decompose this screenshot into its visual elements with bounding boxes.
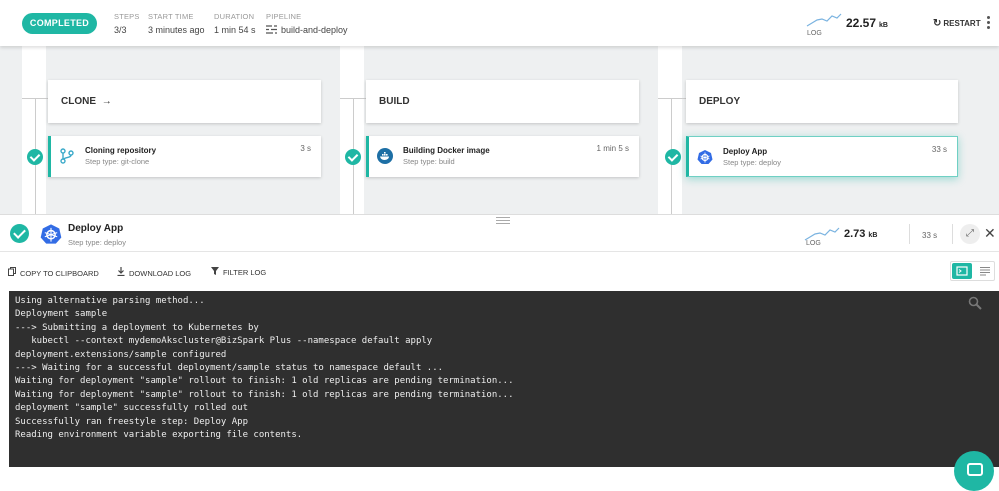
step-detail-header: Deploy App Step type: deploy LOG 2.73 kB …	[0, 214, 999, 252]
start-time-value: 3 minutes ago	[148, 25, 205, 35]
log-line: Successfully ran freestyle step: Deploy …	[15, 416, 248, 427]
log-line: Deployment sample	[15, 309, 108, 320]
search-icon[interactable]	[968, 296, 982, 310]
git-branch-icon	[59, 148, 75, 164]
stage-title: BUILD	[379, 96, 410, 107]
copy-to-clipboard-button[interactable]: COPY TO CLIPBOARD	[8, 267, 99, 278]
expand-icon[interactable]: ⤢	[960, 224, 980, 244]
stage-header-build[interactable]: BUILD	[366, 80, 639, 123]
step-card-build[interactable]: Building Docker image Step type: build 1…	[366, 136, 639, 177]
filter-log-button[interactable]: FILTER LOG	[211, 267, 266, 277]
log-line: Reading environment variable exporting f…	[15, 430, 303, 441]
log-size-value: 2.73	[844, 228, 866, 240]
log-label: LOG	[807, 30, 822, 37]
start-time-meta: START TIME 3 minutes ago	[148, 12, 205, 35]
download-label: DOWNLOAD LOG	[129, 269, 192, 278]
log-size-unit: kB	[879, 22, 888, 29]
more-options-icon[interactable]	[987, 16, 990, 31]
stage-title: DEPLOY	[699, 96, 741, 107]
kubernetes-icon	[697, 149, 713, 165]
log-line: deployment.extensions/sample configured	[15, 349, 227, 360]
restart-icon: ↻	[933, 18, 942, 29]
step-success-icon	[10, 224, 29, 243]
log-line: ---> Waiting for a successful deployment…	[15, 363, 444, 374]
docker-icon	[377, 148, 393, 164]
copy-label: COPY TO CLIPBOARD	[20, 269, 99, 278]
steps-value: 3/3	[114, 25, 127, 35]
stage-build: BUILD Building Docker image Step type: b…	[340, 46, 658, 214]
pipeline-stages: CLONE → Cloning repository Step type: gi…	[0, 46, 999, 214]
step-log-size[interactable]: LOG 2.73 kB	[804, 224, 877, 247]
pipeline-meta: PIPELINE build-and-deploy	[266, 12, 348, 36]
log-line: Using alternative parsing method...	[15, 296, 205, 306]
text-view-icon[interactable]	[975, 263, 995, 279]
step-type: Step type: build	[403, 157, 455, 166]
divider	[909, 224, 910, 244]
stage-title: CLONE	[61, 96, 96, 107]
log-line: kubectl --context mydemoAkscluster@BizSp…	[15, 336, 433, 347]
restart-button[interactable]: ↻ RESTART	[933, 18, 981, 29]
resize-handle-icon[interactable]	[496, 217, 510, 226]
step-detail-title: Deploy App	[68, 223, 124, 234]
filter-icon	[211, 267, 219, 277]
step-duration: 3 s	[300, 144, 311, 153]
kubernetes-icon	[40, 223, 62, 245]
log-view-toggle	[950, 261, 995, 281]
step-detail-duration: 33 s	[922, 231, 938, 240]
log-size-value: 22.57	[846, 16, 877, 30]
status-badge: COMPLETED	[22, 13, 97, 34]
log-line: deployment "sample" successfully rolled …	[15, 403, 248, 414]
step-type: Step type: deploy	[723, 158, 781, 167]
download-log-button[interactable]: DOWNLOAD LOG	[117, 267, 191, 278]
stage-header-deploy[interactable]: DEPLOY	[686, 80, 958, 123]
step-duration: 1 min 5 s	[596, 144, 629, 153]
log-toolbar: COPY TO CLIPBOARD DOWNLOAD LOG FILTER LO…	[0, 256, 999, 290]
step-success-icon	[27, 149, 43, 165]
step-title: Deploy App	[723, 147, 768, 156]
log-size-unit: kB	[868, 232, 878, 239]
pipeline-label: PIPELINE	[266, 12, 302, 21]
step-success-icon	[665, 149, 681, 165]
log-output[interactable]: Using alternative parsing method... Deplo…	[9, 291, 999, 467]
duration-value: 1 min 54 s	[214, 25, 256, 35]
log-sparkline-icon	[806, 13, 842, 27]
stage-clone: CLONE → Cloning repository Step type: gi…	[22, 46, 340, 214]
close-icon[interactable]: ✕	[984, 225, 996, 241]
duration-meta: DURATION 1 min 54 s	[214, 12, 256, 35]
build-log-size[interactable]: LOG 22.57 kB	[806, 10, 888, 37]
steps-meta: STEPS 3/3	[114, 12, 140, 35]
step-card-clone[interactable]: Cloning repository Step type: git-clone …	[48, 136, 321, 177]
step-duration: 33 s	[931, 145, 947, 154]
steps-label: STEPS	[114, 12, 140, 21]
step-type: Step type: git-clone	[85, 157, 150, 166]
pipeline-icon	[266, 25, 277, 36]
log-label: LOG	[806, 240, 821, 247]
download-icon	[117, 267, 125, 278]
terminal-view-icon[interactable]	[952, 263, 972, 279]
build-header: COMPLETED STEPS 3/3 START TIME 3 minutes…	[0, 0, 999, 46]
restart-label: RESTART	[943, 19, 981, 28]
copy-icon	[8, 267, 16, 278]
step-title: Cloning repository	[85, 146, 157, 155]
step-title: Building Docker image	[403, 146, 490, 155]
arrow-right-icon: →	[101, 96, 112, 107]
start-time-label: START TIME	[148, 12, 194, 21]
step-success-icon	[345, 149, 361, 165]
step-card-deploy[interactable]: Deploy App Step type: deploy 33 s	[686, 136, 958, 177]
pipeline-link[interactable]: build-and-deploy	[281, 25, 348, 35]
log-line: Waiting for deployment "sample" rollout …	[15, 389, 514, 400]
log-line: Waiting for deployment "sample" rollout …	[15, 376, 514, 387]
step-detail-type: Step type: deploy	[68, 238, 126, 247]
divider	[952, 224, 953, 244]
chat-icon[interactable]	[954, 451, 994, 491]
duration-label: DURATION	[214, 12, 255, 21]
log-line: ---> Submitting a deployment to Kubernet…	[15, 322, 259, 333]
stage-deploy: DEPLOY Deploy App Step type: deploy 33 s	[658, 46, 999, 214]
filter-label: FILTER LOG	[223, 268, 267, 277]
stage-header-clone[interactable]: CLONE →	[48, 80, 321, 123]
